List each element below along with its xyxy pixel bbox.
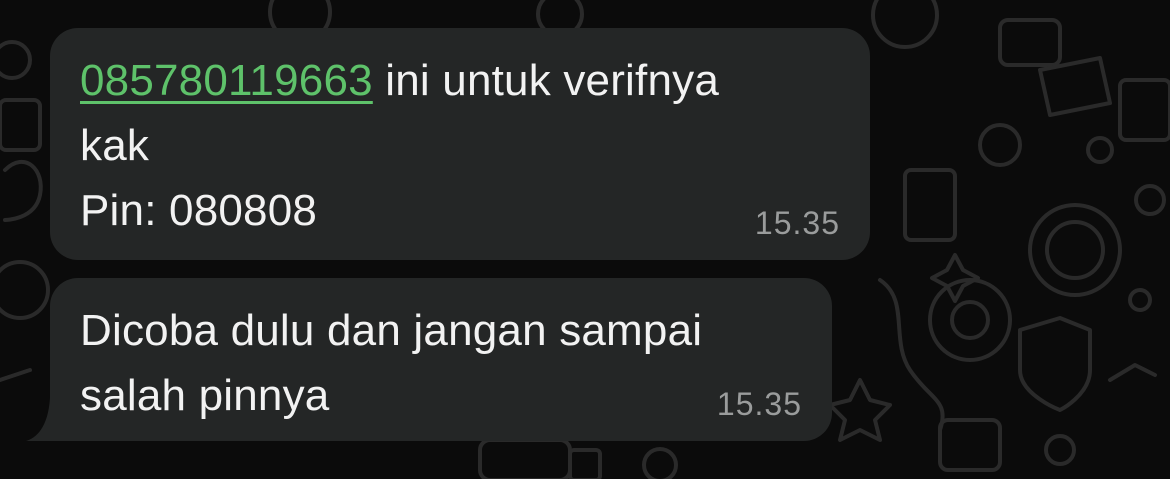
- message-timestamp: 15.35: [754, 205, 840, 241]
- message-timestamp: 15.35: [716, 386, 802, 422]
- message-text: Dicoba dulu dan jangan sampai salah pinny…: [80, 298, 802, 428]
- message-text: 085780119663 ini untuk verifnya kak Pin: 0…: [80, 48, 840, 243]
- message-line: Dicoba dulu dan jangan sampai: [80, 306, 703, 355]
- message-line: ini untuk verifnya: [372, 56, 719, 105]
- message-line: kak: [80, 121, 150, 170]
- message-bubble[interactable]: 085780119663 ini untuk verifnya kak Pin: 0…: [50, 28, 870, 260]
- message-line: salah pinnya: [80, 371, 330, 420]
- message-line: Pin: 080808: [80, 186, 318, 235]
- message-bubble[interactable]: Dicoba dulu dan jangan sampai salah pinny…: [50, 278, 832, 441]
- phone-number-link[interactable]: 085780119663: [80, 56, 373, 105]
